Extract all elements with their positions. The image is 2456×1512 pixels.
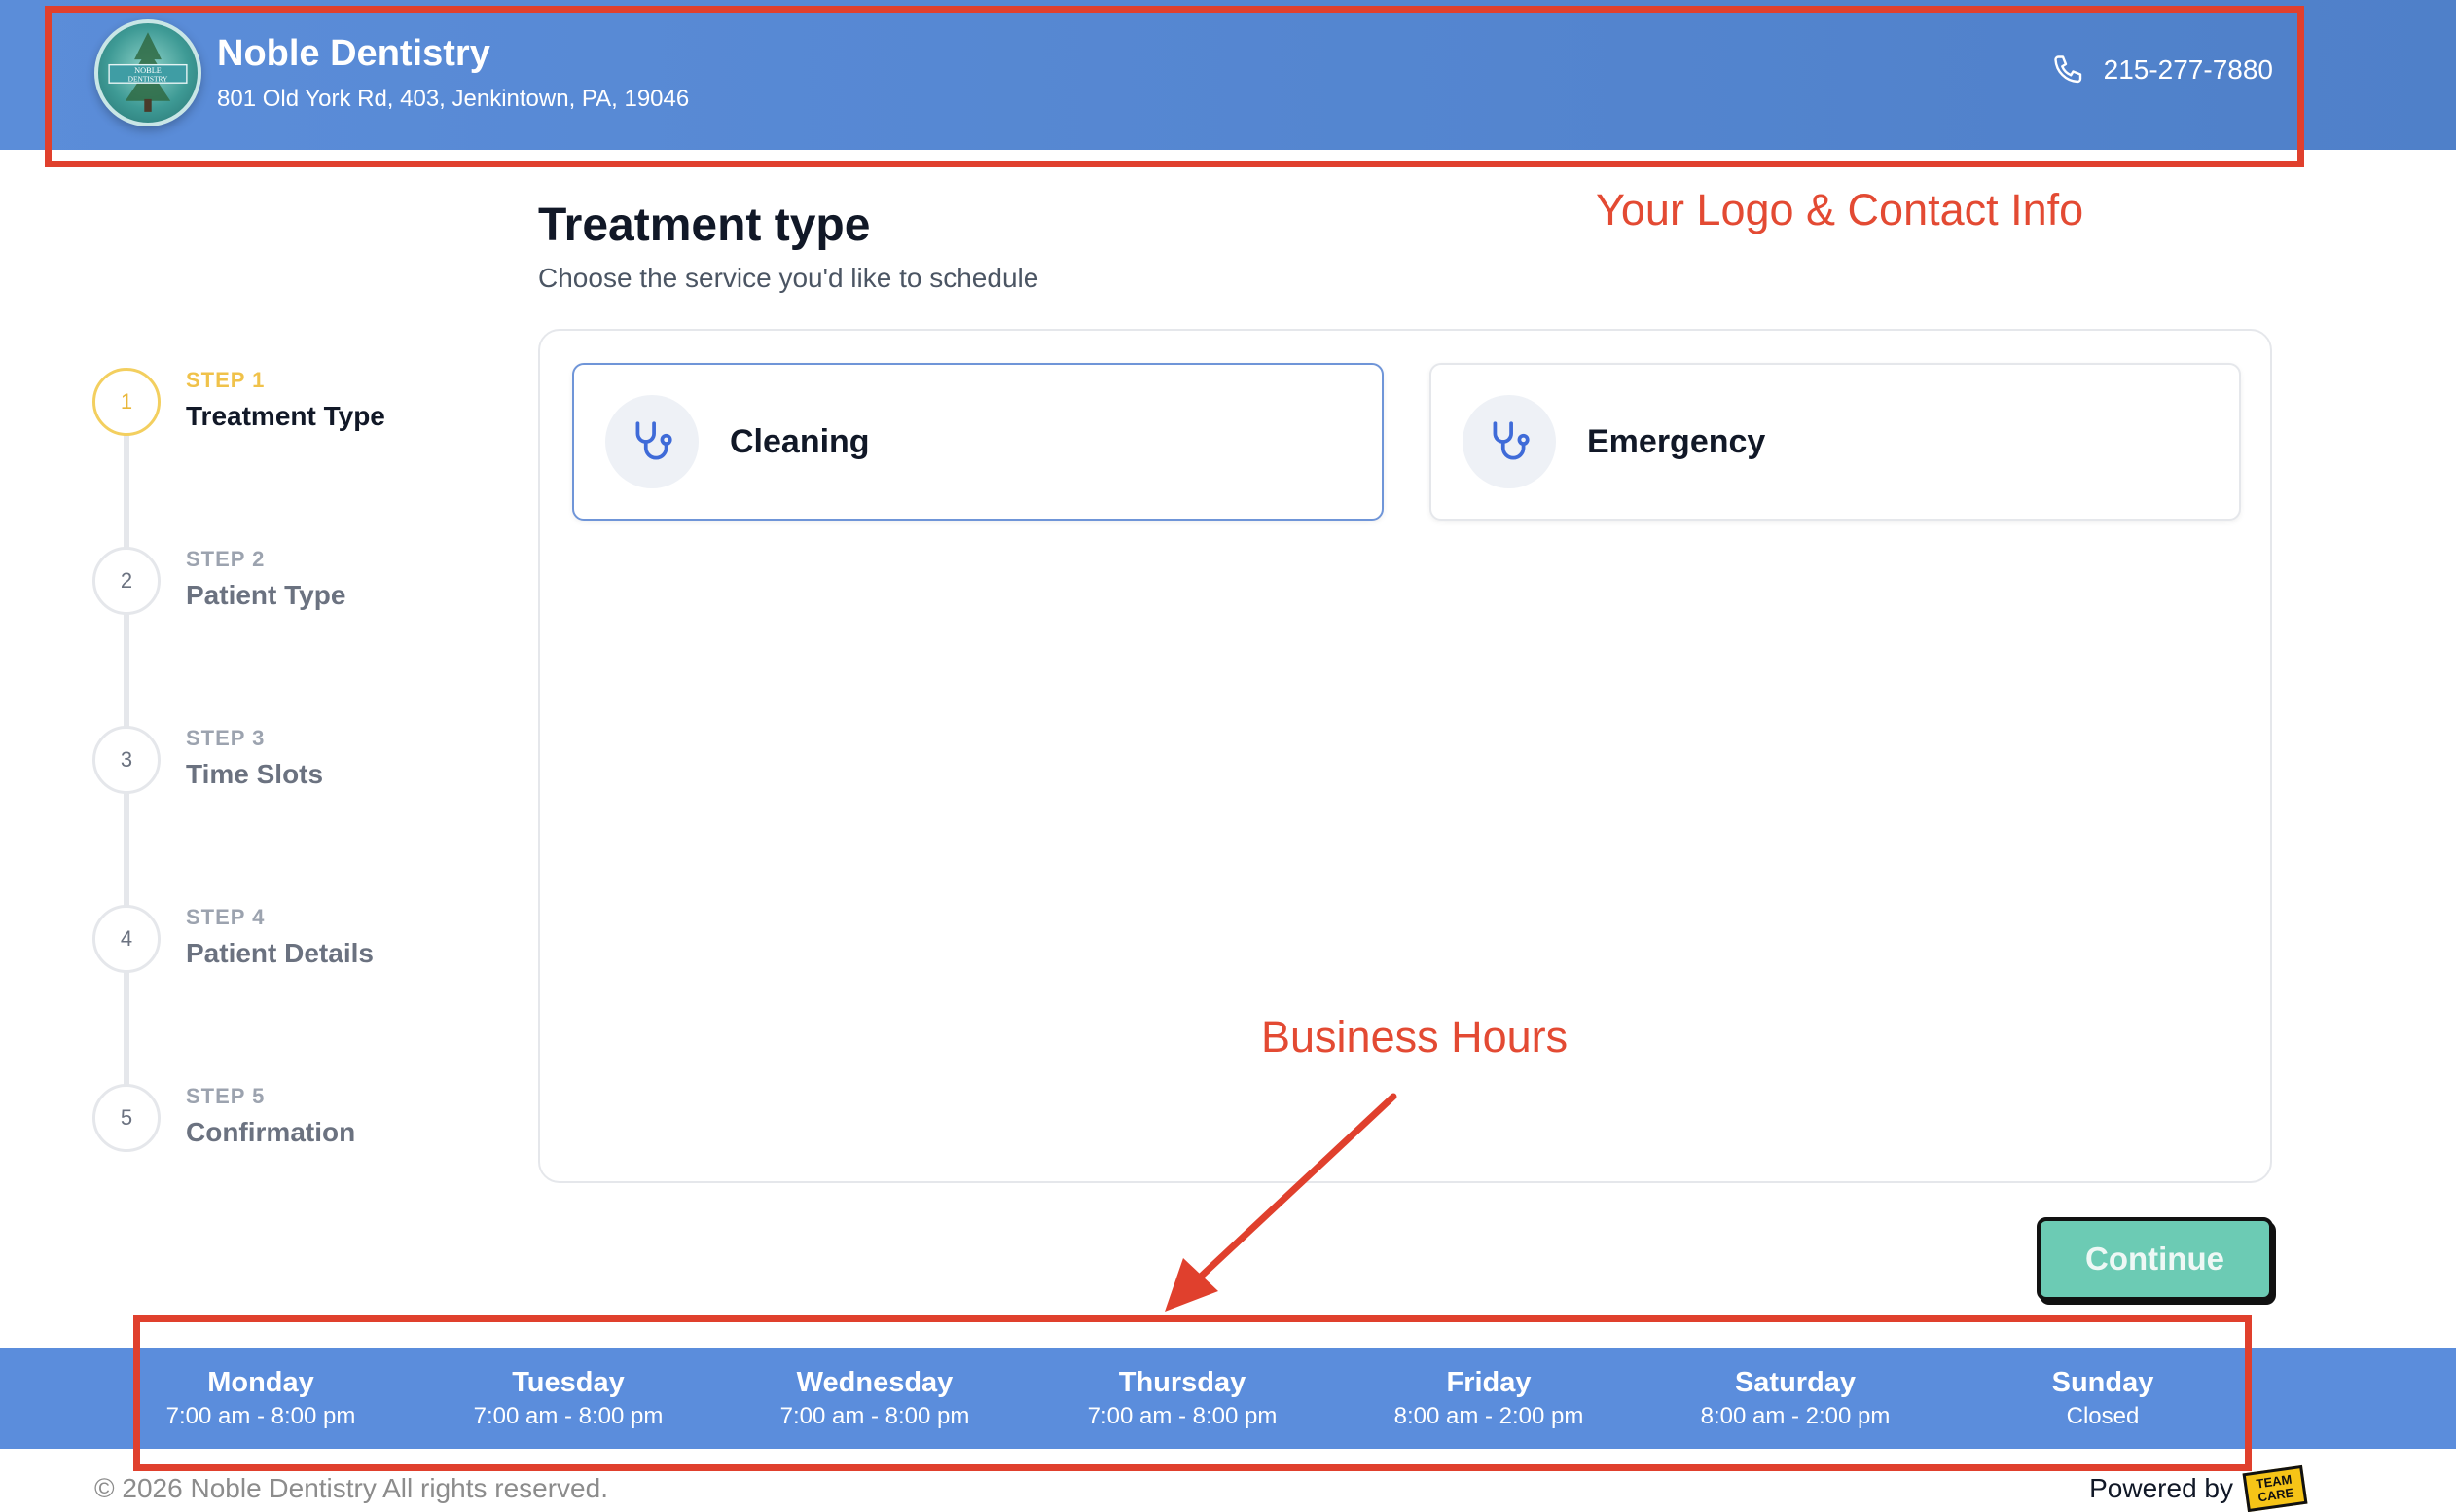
day-hours: 7:00 am - 8:00 pm <box>165 1403 356 1429</box>
day-hours: 8:00 am - 2:00 pm <box>1700 1403 1891 1429</box>
business-hours-annotation-label: Business Hours <box>1261 1012 1569 1062</box>
step-number-badge: 1 <box>92 368 161 436</box>
practice-address: 801 Old York Rd, 403, Jenkintown, PA, 19… <box>217 86 690 112</box>
day-hours: Closed <box>2066 1403 2140 1429</box>
stethoscope-icon <box>605 395 699 488</box>
day-name: Wednesday <box>796 1367 954 1398</box>
step-kicker: STEP 2 <box>186 547 266 571</box>
step-number-badge: 5 <box>92 1084 161 1152</box>
team-care-logo: TEAM CARE <box>2242 1464 2308 1512</box>
step-number-badge: 3 <box>92 726 161 794</box>
progress-stepper: 1 STEP 1 Treatment Type 2 STEP 2 Patient… <box>92 368 462 1166</box>
step-number-badge: 2 <box>92 547 161 615</box>
header-bar: NOBLE DENTISTRY Noble Dentistry 801 Old … <box>0 0 2456 150</box>
step-title: Patient Details <box>186 938 374 968</box>
tree-logo-icon: NOBLE DENTISTRY <box>108 32 188 112</box>
day-hours: 7:00 am - 8:00 pm <box>473 1403 664 1429</box>
day-hours: 7:00 am - 8:00 pm <box>1087 1403 1278 1429</box>
hours-friday: Friday 8:00 am - 2:00 pm <box>1362 1365 1615 1433</box>
step-patient-details[interactable]: 4 STEP 4 Patient Details <box>92 905 462 983</box>
option-emergency[interactable]: Emergency <box>1429 363 2241 521</box>
day-hours: 8:00 am - 2:00 pm <box>1393 1403 1584 1429</box>
business-hours-bar: Monday 7:00 am - 8:00 pm Tuesday 7:00 am… <box>0 1348 2456 1449</box>
step-number-badge: 4 <box>92 905 161 973</box>
copyright-text: © 2026 Noble Dentistry All rights reserv… <box>94 1473 608 1503</box>
step-time-slots[interactable]: 3 STEP 3 Time Slots <box>92 726 462 804</box>
option-label: Cleaning <box>730 422 870 460</box>
step-title: Confirmation <box>186 1117 356 1147</box>
step-kicker: STEP 1 <box>186 368 266 392</box>
step-treatment-type[interactable]: 1 STEP 1 Treatment Type <box>92 368 462 446</box>
continue-button[interactable]: Continue <box>2037 1217 2273 1301</box>
hours-saturday: Saturday 8:00 am - 2:00 pm <box>1669 1365 1922 1433</box>
hours-thursday: Thursday 7:00 am - 8:00 pm <box>1056 1365 1309 1433</box>
day-hours: 7:00 am - 8:00 pm <box>779 1403 970 1429</box>
step-kicker: STEP 3 <box>186 726 266 750</box>
phone-number: 215-277-7880 <box>2103 54 2273 85</box>
step-kicker: STEP 5 <box>186 1084 266 1108</box>
hours-wednesday: Wednesday 7:00 am - 8:00 pm <box>748 1365 1001 1433</box>
option-cleaning[interactable]: Cleaning <box>572 363 1384 521</box>
page-subtitle: Choose the service you'd like to schedul… <box>538 263 1039 293</box>
powered-by[interactable]: Powered by TEAM CARE <box>2089 1464 2308 1512</box>
day-name: Monday <box>207 1367 314 1398</box>
phone-icon <box>2053 55 2081 84</box>
day-name: Sunday <box>2051 1367 2154 1398</box>
day-name: Saturday <box>1734 1367 1857 1398</box>
step-title: Treatment Type <box>186 401 385 431</box>
step-patient-type[interactable]: 2 STEP 2 Patient Type <box>92 547 462 625</box>
hours-tuesday: Tuesday 7:00 am - 8:00 pm <box>442 1365 695 1433</box>
day-name: Friday <box>1446 1367 1532 1398</box>
phone-link[interactable]: 215-277-7880 <box>2051 53 2273 88</box>
annotation-arrow-icon <box>1165 1093 1397 1312</box>
stethoscope-icon <box>1463 395 1556 488</box>
step-title: Patient Type <box>186 580 346 610</box>
page-title: Treatment type <box>538 199 871 251</box>
booking-page: NOBLE DENTISTRY Noble Dentistry 801 Old … <box>0 0 2456 1512</box>
step-confirmation[interactable]: 5 STEP 5 Confirmation <box>92 1084 462 1162</box>
day-name: Tuesday <box>512 1367 625 1398</box>
hours-monday: Monday 7:00 am - 8:00 pm <box>134 1365 387 1433</box>
practice-name: Noble Dentistry <box>217 33 490 74</box>
step-kicker: STEP 4 <box>186 905 266 929</box>
day-name: Thursday <box>1118 1367 1246 1398</box>
logo-contact-annotation-label: Your Logo & Contact Info <box>1596 185 2084 234</box>
option-label: Emergency <box>1587 422 1766 460</box>
powered-by-label: Powered by <box>2089 1473 2233 1503</box>
hours-sunday: Sunday Closed <box>1976 1365 2229 1433</box>
practice-logo: NOBLE DENTISTRY <box>94 19 201 126</box>
step-title: Time Slots <box>186 759 324 789</box>
svg-text:DENTISTRY: DENTISTRY <box>128 74 168 83</box>
